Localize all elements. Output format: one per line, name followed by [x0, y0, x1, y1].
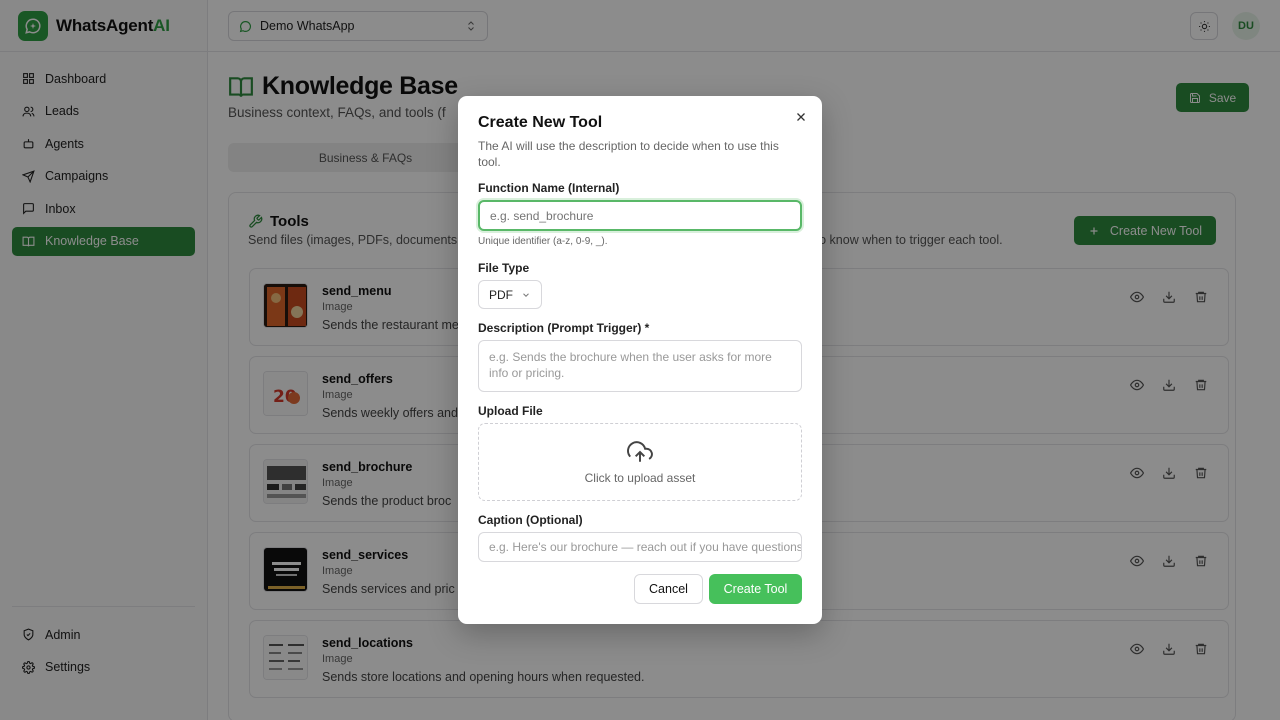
function-name-label: Function Name (Internal): [478, 181, 620, 195]
create-tool-button[interactable]: Create Tool: [709, 574, 802, 604]
upload-dropzone[interactable]: Click to upload asset: [478, 423, 802, 501]
caption-input[interactable]: e.g. Here's our brochure — reach out if …: [478, 532, 802, 562]
file-type-label: File Type: [478, 261, 530, 275]
file-type-value: PDF: [489, 287, 513, 302]
upload-file-label: Upload File: [478, 404, 543, 418]
close-icon[interactable]: [794, 110, 808, 124]
chevron-down-icon: [523, 292, 529, 297]
upload-text: Click to upload asset: [584, 471, 696, 485]
create-tool-modal: Create New Tool The AI will use the desc…: [458, 96, 822, 624]
description-label: Description (Prompt Trigger) *: [478, 321, 650, 335]
function-name-input[interactable]: [478, 200, 802, 231]
function-name-hint: Unique identifier (a-z, 0-9, _).: [478, 236, 608, 247]
modal-description: The AI will use the description to decid…: [478, 139, 779, 169]
modal-title: Create New Tool: [478, 114, 603, 131]
cancel-button[interactable]: Cancel: [634, 574, 703, 604]
caption-label: Caption (Optional): [478, 513, 583, 527]
cloud-upload-icon: [627, 441, 653, 462]
description-textarea[interactable]: e.g. Sends the brochure when the user as…: [478, 340, 802, 392]
file-type-select[interactable]: PDF: [478, 280, 542, 309]
